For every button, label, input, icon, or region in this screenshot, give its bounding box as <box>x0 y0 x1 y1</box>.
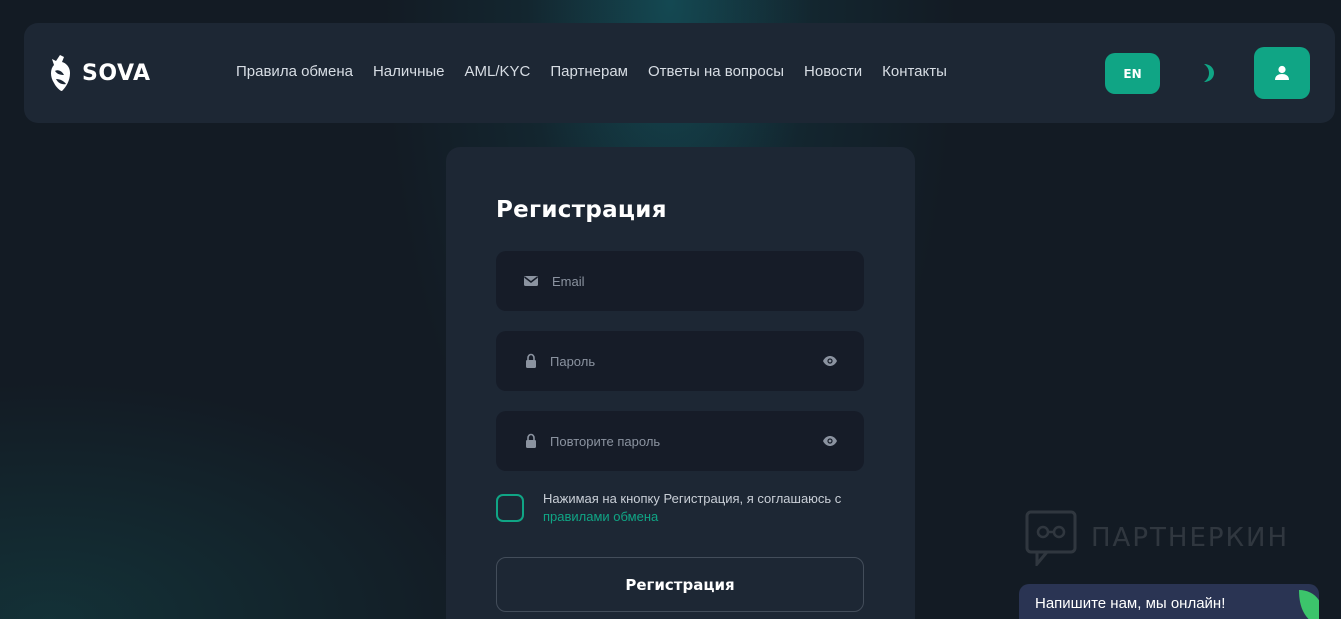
language-label: EN <box>1123 66 1142 81</box>
password-input[interactable] <box>550 353 790 369</box>
chat-label: Напишите нам, мы онлайн! <box>1035 595 1226 612</box>
owl-logo-icon <box>51 55 70 91</box>
nav-item-news[interactable]: Новости <box>804 63 862 80</box>
nav-item-faq[interactable]: Ответы на вопросы <box>648 63 784 80</box>
repeat-password-input[interactable] <box>550 433 790 449</box>
page-title: Регистрация <box>496 197 667 223</box>
consent-text: Нажимая на кнопку Регистрация, я соглаша… <box>543 490 873 526</box>
nav-item-partners[interactable]: Партнерам <box>550 63 628 80</box>
watermark: ПАРТНЕРКИН <box>1025 510 1289 566</box>
chat-widget[interactable]: Напишите нам, мы онлайн! <box>1019 584 1319 619</box>
nav-item-exchange-rules[interactable]: Правила обмена <box>236 63 353 80</box>
exchange-rules-link[interactable]: правилами обмена <box>543 509 658 524</box>
mail-icon <box>524 276 538 286</box>
background-glow-bottom <box>0 380 500 619</box>
nav-item-contacts[interactable]: Контакты <box>882 63 947 80</box>
language-button[interactable]: EN <box>1105 53 1160 94</box>
eye-icon[interactable] <box>822 433 838 449</box>
eye-icon[interactable] <box>822 353 838 369</box>
lock-icon <box>526 353 536 368</box>
registration-card: Регистрация Нажимая <box>446 147 915 619</box>
register-button[interactable]: Регистрация <box>496 557 864 612</box>
logo[interactable]: SOVA <box>48 53 151 93</box>
site-header: SOVA Правила обмена Наличные AML/KYC Пар… <box>24 23 1335 123</box>
consent-checkbox[interactable] <box>496 494 524 522</box>
email-field[interactable] <box>496 251 864 311</box>
moon-icon[interactable] <box>1198 63 1216 83</box>
lock-icon <box>526 433 536 448</box>
main-nav: Правила обмена Наличные AML/KYC Партнера… <box>236 63 967 80</box>
watermark-text: ПАРТНЕРКИН <box>1091 523 1290 553</box>
user-icon <box>1275 65 1289 80</box>
consent-label: Нажимая на кнопку Регистрация, я соглаша… <box>543 491 842 506</box>
nav-item-aml-kyc[interactable]: AML/KYC <box>465 63 531 80</box>
repeat-password-field[interactable] <box>496 411 864 471</box>
nav-item-cash[interactable]: Наличные <box>373 63 445 80</box>
email-input[interactable] <box>552 273 792 289</box>
partnerkin-logo-icon <box>1025 510 1077 566</box>
logo-text: SOVA <box>82 60 151 86</box>
password-field[interactable] <box>496 331 864 391</box>
user-button[interactable] <box>1254 47 1310 99</box>
leaf-icon <box>1299 590 1319 619</box>
